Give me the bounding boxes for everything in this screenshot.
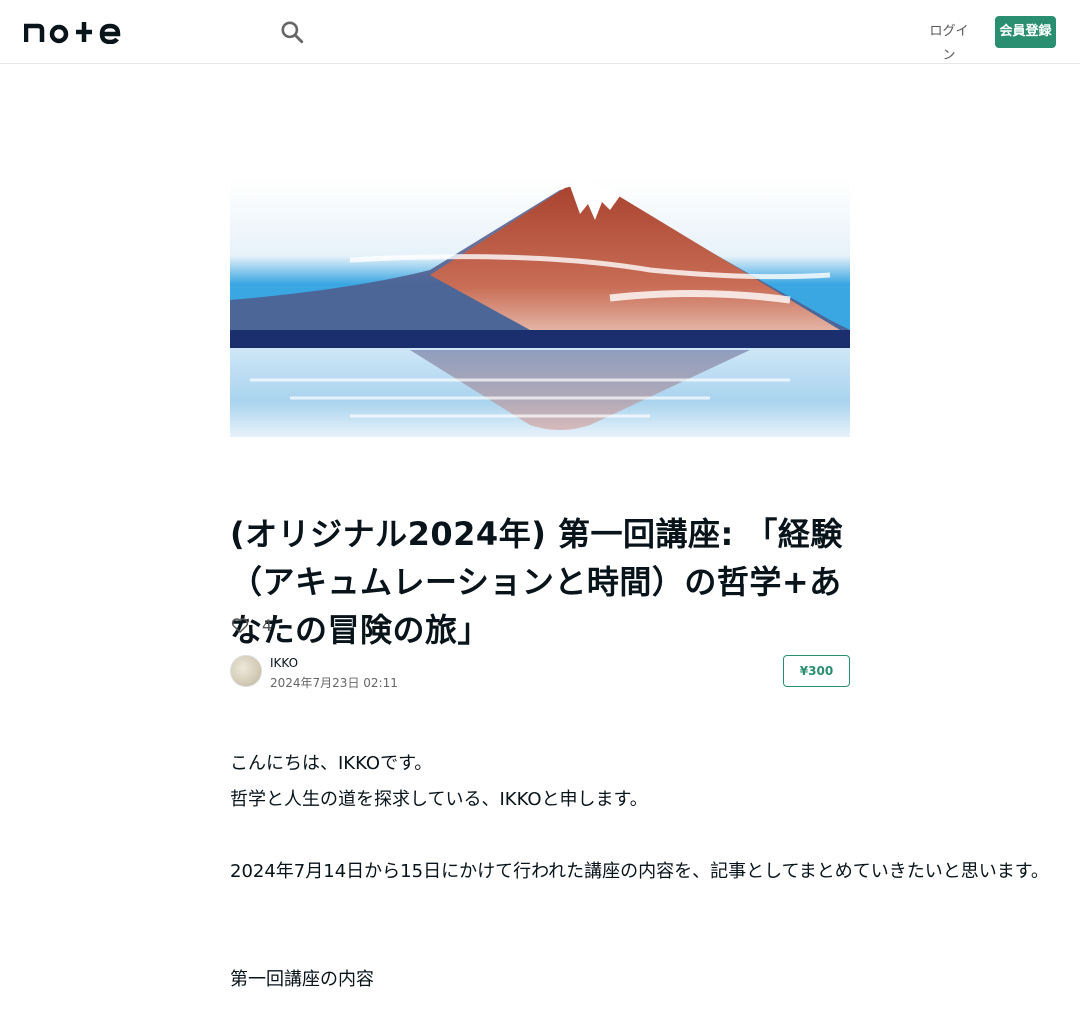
author-avatar[interactable] [230, 655, 262, 687]
author-row: IKKO 2024年7月23日 02:11 ¥300 [230, 655, 850, 690]
body-paragraph: こんにちは、IKKOです。 [230, 753, 433, 774]
post-date: 2024年7月23日 02:11 [270, 676, 398, 690]
like-area: 4 [230, 613, 272, 637]
hero-image-mount-fuji [230, 180, 850, 437]
like-count: 4 [262, 615, 273, 635]
body-paragraph: 哲学と人生の道を探求している、IKKOと申します。 [230, 789, 648, 810]
article-title: (オリジナル2024年) 第一回講座: 「経験（アキュムレーションと時間）の哲学… [230, 515, 843, 649]
signup-button[interactable]: 会員登録 [995, 16, 1056, 48]
body-paragraph: 2024年7月14日から15日にかけて行われた講座の内容を、記事としてまとめてい… [230, 861, 1049, 882]
top-header: ログイン 会員登録 [0, 0, 1080, 64]
section-heading: 第一回講座の内容 [230, 969, 374, 990]
note-logo[interactable] [24, 18, 124, 44]
heart-outline-icon[interactable] [230, 615, 250, 635]
search-icon[interactable] [279, 19, 305, 45]
login-link[interactable]: ログイン [924, 20, 974, 63]
purchase-price-button[interactable]: ¥300 [783, 655, 850, 687]
author-name[interactable]: IKKO [270, 656, 298, 670]
